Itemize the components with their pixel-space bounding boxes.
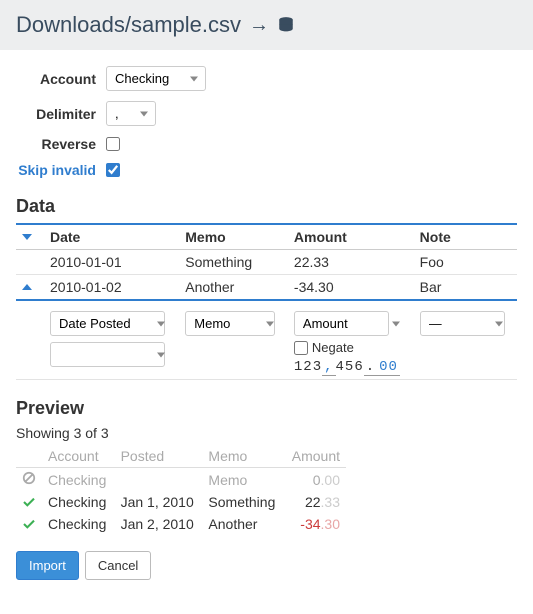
col-note: Note xyxy=(414,224,517,250)
preview-table: Account Posted Memo Amount Checking Memo… xyxy=(16,445,346,535)
pv-col-account: Account xyxy=(42,445,115,468)
negate-checkbox[interactable] xyxy=(294,341,308,355)
data-section-title: Data xyxy=(16,196,517,217)
mapping-date-select[interactable]: Date Posted xyxy=(50,311,165,336)
page-header: Downloads/sample.csv → xyxy=(0,0,533,50)
check-icon xyxy=(22,516,36,532)
preview-row: Checking Memo 0.00 xyxy=(16,468,346,492)
data-row[interactable]: 2010-01-01 Something 22.33 Foo xyxy=(16,250,517,275)
pv-col-posted: Posted xyxy=(115,445,203,468)
account-select[interactable]: Checking xyxy=(106,66,206,91)
reverse-checkbox[interactable] xyxy=(106,137,120,151)
preview-showing: Showing 3 of 3 xyxy=(16,425,517,441)
expand-all-toggle[interactable] xyxy=(16,224,44,250)
col-amount: Amount xyxy=(288,224,414,250)
skip-icon xyxy=(22,472,36,488)
mapping-note-select[interactable]: — xyxy=(420,311,505,336)
caret-up-icon xyxy=(22,279,32,295)
cancel-button[interactable]: Cancel xyxy=(85,551,151,580)
data-row[interactable]: 2010-01-02 Another -34.30 Bar xyxy=(16,275,517,301)
pv-col-memo: Memo xyxy=(202,445,283,468)
negate-label: Negate xyxy=(312,340,354,355)
mapping-memo-select[interactable]: Memo xyxy=(185,311,275,336)
preview-row: Checking Jan 2, 2010 Another -34.30 xyxy=(16,513,346,535)
caret-down-icon xyxy=(22,229,32,245)
skip-invalid-label: Skip invalid xyxy=(16,162,106,178)
number-format-sample: 123,456.00 xyxy=(294,359,408,375)
delimiter-select[interactable]: , xyxy=(106,101,156,126)
import-button[interactable]: Import xyxy=(16,551,79,580)
pv-col-amount: Amount xyxy=(284,445,346,468)
col-date: Date xyxy=(44,224,179,250)
row-expand-toggle[interactable] xyxy=(16,275,44,301)
data-table: Date Memo Amount Note 2010-01-01 Somethi… xyxy=(16,223,517,380)
reverse-label: Reverse xyxy=(16,136,106,152)
preview-section-title: Preview xyxy=(16,398,517,419)
arrow-right-icon: → xyxy=(249,14,269,37)
delimiter-label: Delimiter xyxy=(16,106,106,122)
mapping-amount-select[interactable]: Amount xyxy=(294,311,389,336)
page-title: Downloads/sample.csv xyxy=(16,12,241,38)
mapping-date-format-select[interactable] xyxy=(50,342,165,367)
check-icon xyxy=(22,494,36,510)
database-icon xyxy=(277,15,295,35)
col-memo: Memo xyxy=(179,224,288,250)
preview-row: Checking Jan 1, 2010 Something 22.33 xyxy=(16,491,346,513)
mapping-row: Date Posted Memo Amount Negate 123,456.0… xyxy=(16,300,517,380)
skip-invalid-checkbox[interactable] xyxy=(106,163,120,177)
account-label: Account xyxy=(16,71,106,87)
